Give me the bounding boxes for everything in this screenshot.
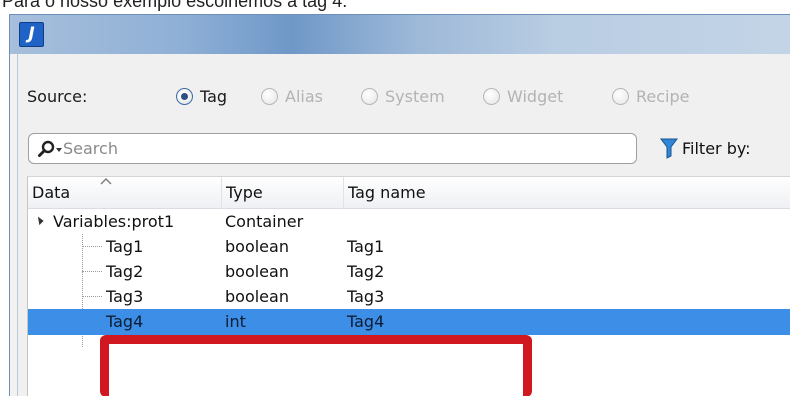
radio-alias[interactable]: Alias (261, 84, 323, 108)
radio-tag-label: Tag (200, 86, 228, 106)
filter-by-label: Filter by: (682, 138, 751, 158)
cell-tag-name: Tag1 (347, 237, 385, 256)
cell-data: Tag2 (106, 262, 144, 281)
radio-system[interactable]: System (361, 84, 445, 108)
radio-unselected-icon (261, 87, 278, 105)
title-bar[interactable]: J (10, 15, 790, 54)
table-row[interactable]: Tag1 boolean Tag1 (28, 234, 790, 259)
dialog-body: Source: Tag Alias System Widget Recipe S… (17, 54, 790, 396)
radio-system-label: System (385, 86, 445, 106)
table-row-selected[interactable]: Tag4 int Tag4 (28, 309, 790, 335)
radio-selected-icon (176, 87, 193, 105)
column-header-type[interactable]: Type (222, 177, 344, 209)
cell-type: boolean (225, 237, 289, 256)
cell-type: boolean (225, 262, 289, 281)
funnel-icon (660, 138, 678, 159)
cell-data: Tag1 (106, 237, 144, 256)
cell-type: int (225, 312, 246, 331)
radio-unselected-icon (483, 87, 500, 105)
cell-data: Variables:prot1 (53, 212, 175, 231)
source-label: Source: (27, 87, 88, 106)
search-icon[interactable] (29, 134, 63, 163)
radio-tag[interactable]: Tag (176, 84, 227, 108)
table-row[interactable]: Variables:prot1 Container (28, 209, 790, 234)
cell-tag-name: Tag4 (347, 312, 385, 331)
radio-unselected-icon (612, 87, 629, 105)
tag-table: Data Type Tag name Variables:prot1 Conta… (27, 176, 790, 396)
search-input[interactable] (63, 139, 623, 158)
cell-data: Tag3 (106, 287, 144, 306)
caption-text: Para o nosso exemplo escolhemos a tag 4. (2, 0, 348, 11)
radio-widget-label: Widget (507, 86, 564, 106)
filter-by-button[interactable]: Filter by: (660, 137, 751, 159)
table-row[interactable]: Tag2 boolean Tag2 (28, 259, 790, 284)
cell-tag-name: Tag2 (347, 262, 385, 281)
cell-type: Container (225, 212, 304, 231)
radio-alias-label: Alias (285, 86, 323, 106)
sort-ascending-icon (100, 178, 112, 185)
cell-data: Tag4 (106, 312, 144, 331)
radio-widget[interactable]: Widget (483, 84, 563, 108)
table-header: Data Type Tag name (28, 177, 790, 209)
table-row[interactable]: Tag3 boolean Tag3 (28, 284, 790, 309)
column-header-data[interactable]: Data (28, 177, 222, 209)
search-box[interactable] (28, 133, 637, 164)
cell-type: boolean (225, 287, 289, 306)
column-header-tag-name[interactable]: Tag name (344, 177, 790, 209)
radio-recipe-label: Recipe (636, 86, 690, 106)
expand-arrow-icon[interactable] (34, 215, 44, 226)
cell-tag-name: Tag3 (347, 287, 385, 306)
radio-unselected-icon (361, 87, 378, 105)
app-logo-icon: J (19, 22, 44, 47)
dialog-window: J Source: Tag Alias System Widget Recipe (9, 14, 790, 396)
radio-recipe[interactable]: Recipe (612, 84, 689, 108)
